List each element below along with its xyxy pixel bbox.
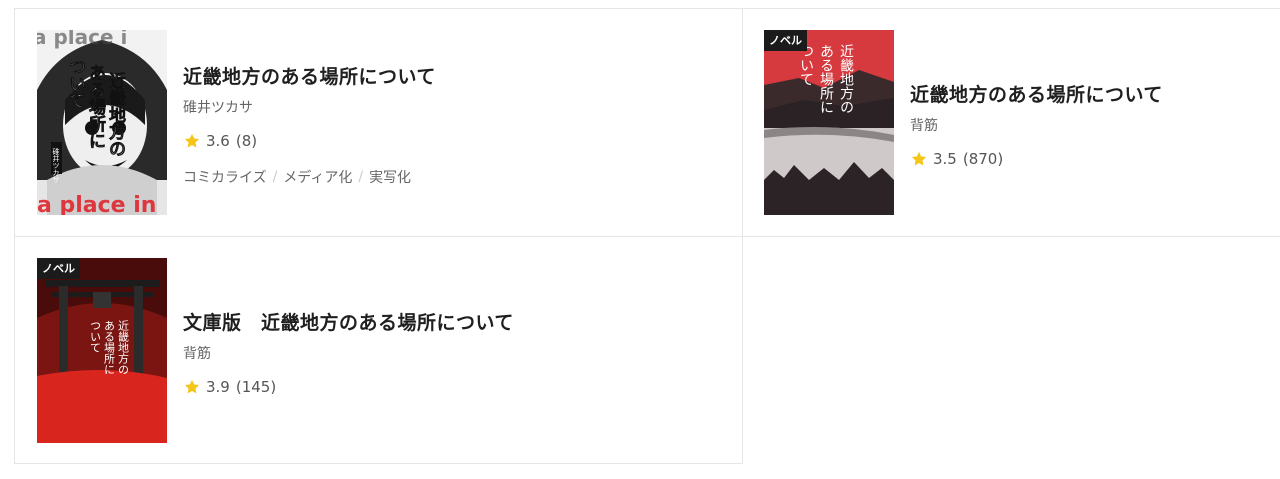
- svg-text:近畿地方の: 近畿地方の: [105, 71, 126, 157]
- cover-illustration: 近畿地方の ある場所に ついて: [37, 258, 167, 443]
- novel-badge: ノベル: [764, 30, 807, 51]
- book-info: 文庫版 近畿地方のある場所について 背筋 3.9 (145): [183, 308, 514, 396]
- star-icon: [184, 379, 200, 394]
- svg-text:近畿地方の: 近畿地方の: [117, 320, 130, 375]
- book-rating: 3.9 (145): [183, 378, 514, 396]
- book-cover-image[interactable]: 近畿地方の ある場所に ついて ノベル: [37, 258, 167, 443]
- rating-value: 3.9: [206, 378, 230, 396]
- svg-text:a place in: a place in: [37, 193, 156, 215]
- book-tags: コミカライズ / メディア化 / 実写化: [183, 167, 436, 187]
- book-card[interactable]: 近畿地方の ある場所に ついて ノベル 文庫版 近畿地方のある場所について 背筋…: [14, 236, 743, 464]
- star-icon: [184, 133, 200, 148]
- book-title[interactable]: 近畿地方のある場所について: [910, 80, 1163, 107]
- tag-comicalize[interactable]: コミカライズ: [183, 167, 267, 187]
- novel-badge: ノベル: [37, 258, 80, 279]
- book-author[interactable]: 背筋: [183, 343, 514, 363]
- tag-separator: /: [272, 169, 278, 185]
- book-title[interactable]: 文庫版 近畿地方のある場所について: [183, 308, 514, 335]
- book-cover-image[interactable]: a place in a place i 近畿地方の ある場所に ついて 碓井ツ…: [37, 30, 167, 215]
- book-info: 近畿地方のある場所について 背筋 3.5 (870): [910, 80, 1163, 168]
- book-author[interactable]: 背筋: [910, 115, 1163, 135]
- tag-live-action[interactable]: 実写化: [369, 167, 411, 187]
- tag-media[interactable]: メディア化: [283, 167, 352, 187]
- rating-value: 3.6: [206, 132, 230, 150]
- svg-text:ある場所に: ある場所に: [818, 44, 834, 114]
- review-count: (8): [235, 132, 258, 150]
- svg-text:ある場所に: ある場所に: [85, 64, 106, 149]
- book-rating: 3.6 (8): [183, 132, 436, 150]
- star-icon: [911, 151, 927, 166]
- svg-text:a place i: a place i: [37, 30, 127, 49]
- book-cover-image[interactable]: 近畿地方の ある場所に ついて ノベル: [764, 30, 894, 215]
- review-count: (870): [962, 150, 1004, 168]
- book-title[interactable]: 近畿地方のある場所について: [183, 62, 436, 89]
- book-info: 近畿地方のある場所について 碓井ツカサ 3.6 (8) コミカライズ / メディ…: [183, 62, 436, 187]
- svg-text:ついて: ついて: [65, 58, 85, 109]
- svg-text:近畿地方の: 近畿地方の: [838, 44, 854, 114]
- review-count: (145): [235, 378, 277, 396]
- svg-text:ついて: ついて: [89, 320, 102, 353]
- tag-separator: /: [358, 169, 364, 185]
- svg-text:碓井ツカサ: 碓井ツカサ: [52, 148, 60, 183]
- book-card[interactable]: a place in a place i 近畿地方の ある場所に ついて 碓井ツ…: [14, 8, 743, 237]
- cover-illustration: a place in a place i 近畿地方の ある場所に ついて 碓井ツ…: [37, 30, 167, 215]
- book-author[interactable]: 碓井ツカサ: [183, 97, 436, 117]
- rating-value: 3.5: [933, 150, 957, 168]
- book-card[interactable]: 近畿地方の ある場所に ついて ノベル 近畿地方のある場所について 背筋 3.5…: [742, 8, 1280, 237]
- svg-text:ある場所に: ある場所に: [103, 320, 116, 375]
- book-rating: 3.5 (870): [910, 150, 1163, 168]
- cover-illustration: 近畿地方の ある場所に ついて: [764, 30, 894, 215]
